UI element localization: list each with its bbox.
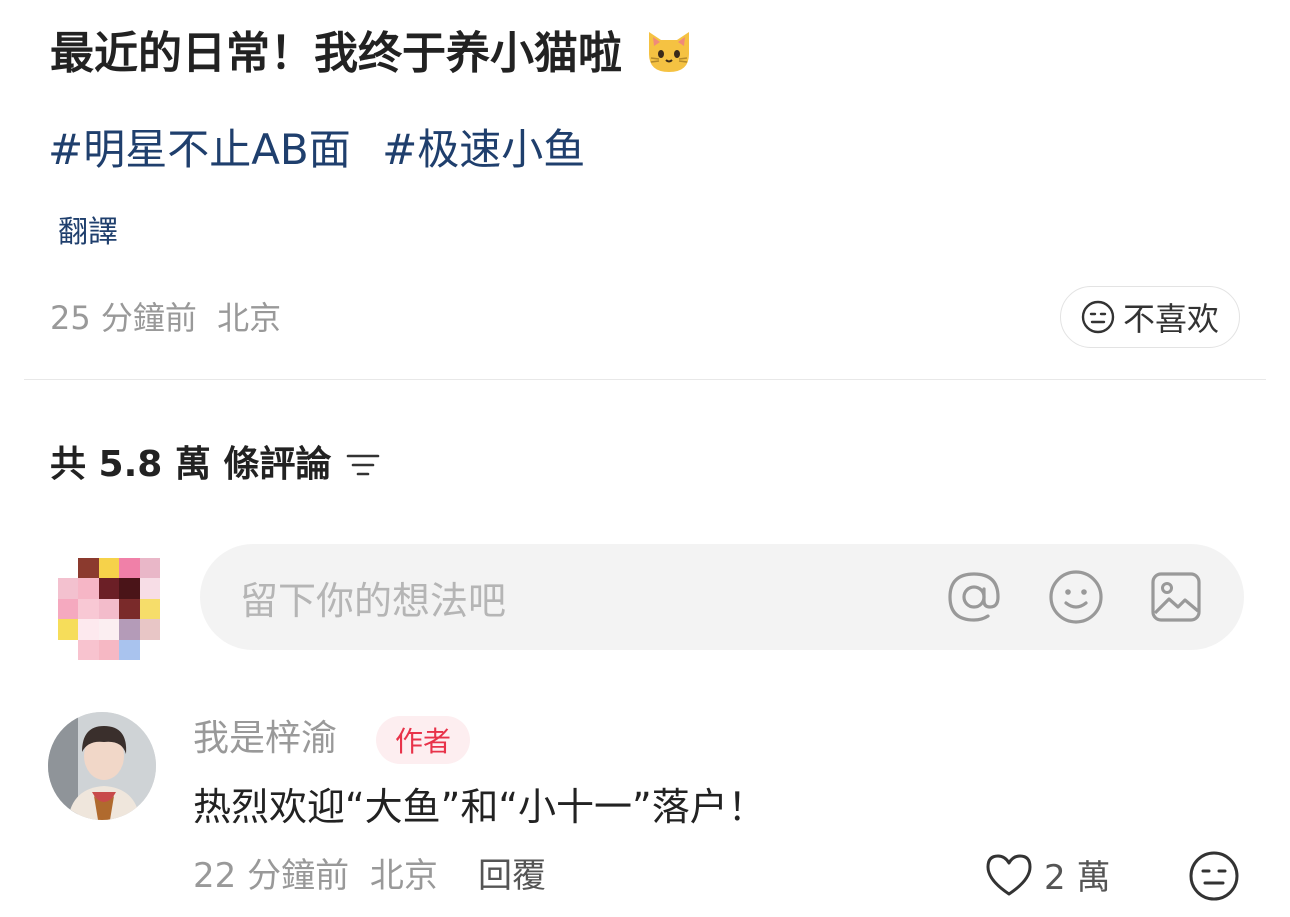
image-icon[interactable] [1150,571,1202,623]
tag-link-1[interactable]: #明星不止AB面 [48,125,351,174]
dislike-button[interactable]: 不喜欢 [1060,286,1240,348]
comment-meta: 22 分鐘前 北京 [193,852,438,900]
emoji-icon[interactable] [1048,569,1104,625]
dislike-label: 不喜欢 [1122,300,1219,338]
reply-button[interactable]: 回覆 [478,852,546,900]
meh-face-icon [1188,850,1240,902]
post-location: 北京 [217,299,282,337]
comment-location: 北京 [369,856,438,896]
divider [24,379,1266,380]
author-badge: 作者 [376,716,470,764]
sort-filter-icon[interactable] [345,450,381,480]
comment-input-placeholder: 留下你的想法吧 [240,578,507,623]
cat-face-icon [643,24,695,76]
translate-link[interactable]: 翻譯 [58,212,118,254]
post-tags: #明星不止AB面 #极速小鱼 [48,120,603,180]
like-button[interactable]: 2 萬 [984,850,1110,899]
comment-count-header[interactable]: 共 5.8 萬 條評論 [50,440,381,490]
like-count: 2 萬 [1044,858,1111,898]
comment-input[interactable]: 留下你的想法吧 [200,544,1244,650]
commenter-name[interactable]: 我是梓渝 [193,714,337,764]
post-meta: 25 分鐘前 北京 [50,296,281,340]
comment-dislike-button[interactable] [1188,850,1240,906]
input-actions [946,569,1202,625]
commenter-avatar[interactable] [48,712,156,820]
tag-link-2[interactable]: #极速小鱼 [382,125,585,174]
comment-text: 热烈欢迎“大鱼”和“小十一”落户！ [193,785,766,829]
post-title: 最近的日常！我终于养小猫啦 [50,22,695,86]
user-avatar[interactable] [58,558,160,660]
post-time: 25 分鐘前 [50,299,197,337]
heart-icon [984,852,1034,898]
post-title-text: 最近的日常！我终于养小猫啦 [50,28,622,79]
meh-face-icon [1081,300,1115,334]
comment-count: 共 5.8 萬 條評論 [50,444,332,485]
at-icon[interactable] [946,569,1002,625]
comment-time: 22 分鐘前 [193,856,350,896]
